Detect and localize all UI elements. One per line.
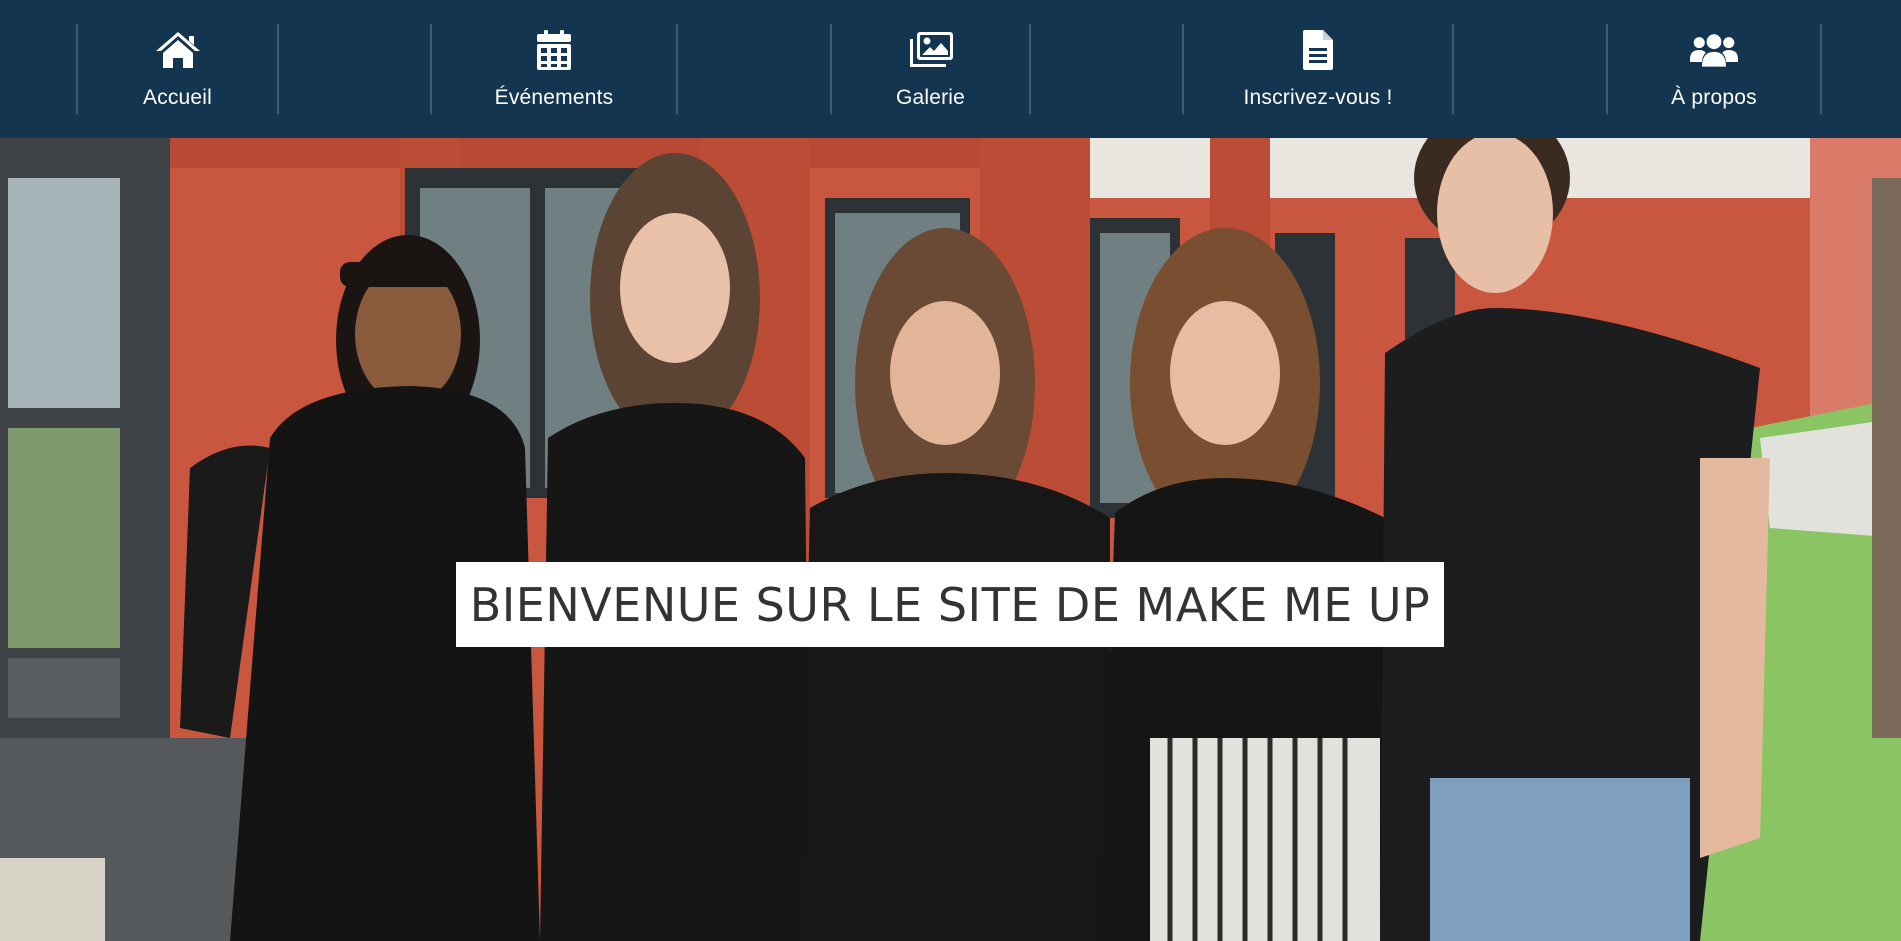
calendar-icon <box>530 28 578 72</box>
home-icon <box>154 28 202 72</box>
nav-item-a-propos[interactable]: À propos <box>1608 0 1820 138</box>
nav-label-evenements: Événements <box>494 86 614 109</box>
nav-item-evenements[interactable]: Événements <box>432 0 676 138</box>
nav-separator <box>1820 24 1822 114</box>
nav-separator <box>1452 24 1454 114</box>
nav-label-galerie: Galerie <box>895 86 966 109</box>
gallery-icon <box>907 28 955 72</box>
users-icon <box>1690 28 1738 72</box>
nav-separator <box>676 24 678 114</box>
nav-separator <box>1029 24 1031 114</box>
nav-label-inscrivez-vous: Inscrivez-vous ! <box>1243 86 1393 109</box>
nav-item-inscrivez-vous[interactable]: Inscrivez-vous ! <box>1184 0 1452 138</box>
welcome-heading: BIENVENUE SUR LE SITE DE MAKE ME UP <box>469 577 1431 632</box>
group-photo <box>0 138 1901 941</box>
nav-item-accueil[interactable]: Accueil <box>78 0 277 138</box>
welcome-banner: BIENVENUE SUR LE SITE DE MAKE ME UP <box>456 562 1444 647</box>
document-icon <box>1294 28 1342 72</box>
navbar: Accueil Événements Galerie Inscrivez-vou… <box>0 0 1901 138</box>
nav-item-galerie[interactable]: Galerie <box>832 0 1029 138</box>
nav-separator <box>277 24 279 114</box>
nav-label-accueil: Accueil <box>142 86 213 109</box>
hero-section: BIENVENUE SUR LE SITE DE MAKE ME UP <box>0 138 1901 941</box>
nav-label-a-propos: À propos <box>1671 86 1757 109</box>
